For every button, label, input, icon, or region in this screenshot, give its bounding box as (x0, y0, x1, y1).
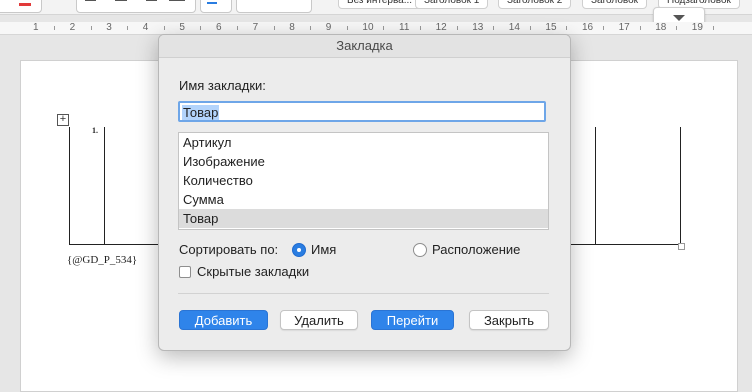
checkbox-icon (179, 265, 191, 278)
ruler-tick (127, 26, 129, 30)
go-to-button[interactable]: Перейти (371, 310, 454, 330)
line-spacing-icon (207, 2, 217, 4)
table-move-handle-icon[interactable]: + (57, 114, 69, 126)
table-border (680, 127, 681, 245)
shading-borders-group[interactable] (236, 0, 312, 13)
dialog-title: Закладка (159, 35, 570, 58)
table-border (69, 127, 70, 245)
ruler-number: 14 (508, 22, 520, 33)
radio-selected-icon (292, 242, 306, 257)
line-spacing-button[interactable] (200, 0, 232, 13)
ruler-tick (420, 26, 421, 30)
bookmark-list-item[interactable]: Сумма (179, 190, 548, 209)
style-title[interactable]: Заголовок (582, 0, 648, 9)
ruler-number: 15 (545, 22, 557, 33)
bookmark-list-item[interactable]: Товар (179, 209, 548, 228)
ruler-number: 3 (106, 22, 112, 33)
align-left-icon[interactable] (85, 0, 101, 3)
bookmark-list-item[interactable]: Количество (179, 171, 548, 190)
ruler-number: 5 (179, 22, 185, 33)
ruler-tick (529, 26, 531, 30)
add-button[interactable]: Добавить (179, 310, 268, 330)
delete-button[interactable]: Удалить (280, 310, 358, 330)
ruler-tick (310, 26, 312, 30)
ruler-number: 12 (435, 22, 447, 33)
table-resize-handle[interactable] (678, 243, 685, 250)
hidden-bookmarks-checkbox[interactable]: Скрытые закладки (179, 263, 309, 281)
font-color-button[interactable] (0, 0, 42, 13)
ruler-tick (639, 26, 641, 30)
radio-unselected-icon (413, 242, 427, 257)
ruler-number: 11 (399, 22, 410, 33)
ruler-tick (273, 26, 275, 30)
ruler-number: 10 (362, 22, 374, 33)
ruler-tick (54, 26, 55, 30)
ruler-number: 4 (142, 22, 149, 33)
ruler-tick (603, 26, 604, 30)
bookmark-list[interactable]: Артикул Изображение Количество Сумма Товар (178, 132, 549, 230)
bookmark-list-item[interactable]: Изображение (179, 152, 548, 171)
bookmark-name-value: Товар (182, 105, 220, 120)
list-number: 1. (92, 126, 98, 135)
ruler-number: 7 (252, 22, 259, 33)
ruler-tick (566, 26, 568, 30)
ruler-number: 6 (216, 22, 222, 33)
style-heading-2[interactable]: Заголовок 2 (498, 0, 572, 9)
ruler-tick (163, 26, 165, 30)
ruler-tick (456, 26, 458, 30)
bookmark-dialog: Закладка Имя закладки: Товар Артикул Изоб… (158, 34, 571, 351)
table-border (104, 127, 105, 245)
ruler-number: 2 (69, 22, 76, 33)
ruler-number: 18 (655, 22, 667, 33)
align-justify-icon[interactable] (169, 0, 185, 3)
ruler-number: 17 (618, 22, 630, 33)
bookmark-name-label: Имя закладки: (179, 78, 266, 93)
field-code-text[interactable]: {@GD_P_534} (67, 254, 137, 266)
ribbon-toolbar: Без интерва... Заголовок 1 Заголовок 2 З… (0, 0, 752, 15)
ruler-tick (237, 26, 238, 30)
alignment-group (76, 0, 196, 13)
bookmark-list-item[interactable]: Артикул (179, 133, 548, 152)
ruler-number: 16 (582, 22, 594, 33)
chevron-down-icon (673, 15, 685, 21)
close-button[interactable]: Закрыть (469, 310, 549, 330)
hidden-bookmarks-label: Скрытые закладки (197, 264, 310, 279)
divider (178, 293, 549, 294)
style-no-spacing[interactable]: Без интерва... (338, 0, 422, 9)
ruler-tick (383, 26, 385, 30)
sort-by-name-label: Имя (311, 242, 337, 257)
ruler-number: 1 (33, 22, 39, 33)
align-right-icon[interactable] (141, 0, 157, 3)
ruler-tick (200, 26, 202, 30)
ruler-number: 19 (691, 22, 703, 33)
ruler-number: 13 (472, 22, 484, 33)
ruler-number: 8 (289, 22, 295, 33)
align-center-icon[interactable] (113, 0, 129, 3)
sort-by-location-radio[interactable]: Расположение (413, 241, 520, 259)
sort-label: Сортировать по: (179, 242, 279, 257)
ruler-number: 9 (325, 22, 332, 33)
table-border (595, 127, 596, 245)
ruler-tick (493, 26, 495, 30)
style-heading-1[interactable]: Заголовок 1 (415, 0, 489, 9)
sort-by-location-label: Расположение (432, 242, 521, 257)
sort-by-name-radio[interactable]: Имя (292, 241, 336, 259)
ruler-tick (346, 26, 348, 30)
bookmark-name-input[interactable]: Товар (178, 101, 546, 122)
font-color-icon (19, 3, 31, 6)
ruler-tick (712, 26, 714, 30)
ruler-tick (90, 26, 92, 30)
ruler-tick (676, 26, 678, 30)
